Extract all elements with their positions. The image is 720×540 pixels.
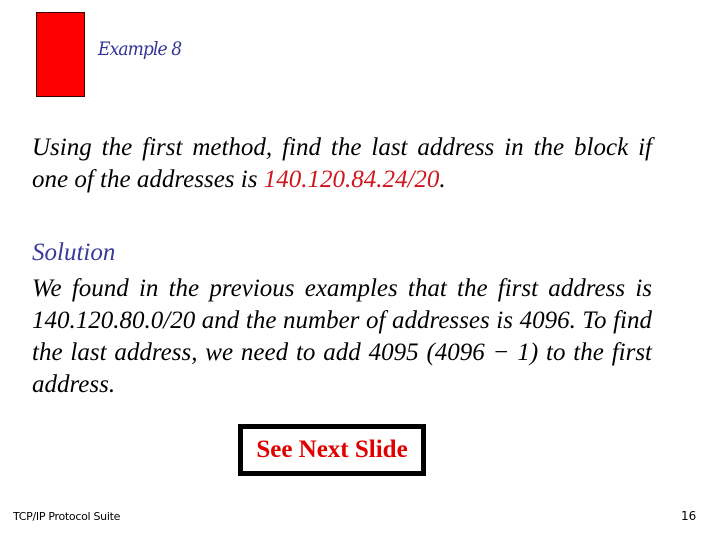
page-number: 16 [681, 509, 697, 523]
decorative-red-block [36, 12, 85, 97]
footer-course-title: TCP/IP Protocol Suite [13, 510, 121, 523]
see-next-slide-button[interactable]: See Next Slide [238, 424, 426, 476]
highlighted-address: 140.120.84.24/20 [263, 166, 440, 193]
question-text-after: . [439, 166, 446, 193]
solution-text: We found in the previous examples that t… [32, 275, 652, 398]
see-next-slide-label: See Next Slide [256, 436, 408, 463]
solution-heading: Solution [32, 239, 116, 266]
slide-title: Example 8 [98, 38, 182, 60]
question-text: Using the first method, find the last ad… [32, 132, 652, 196]
